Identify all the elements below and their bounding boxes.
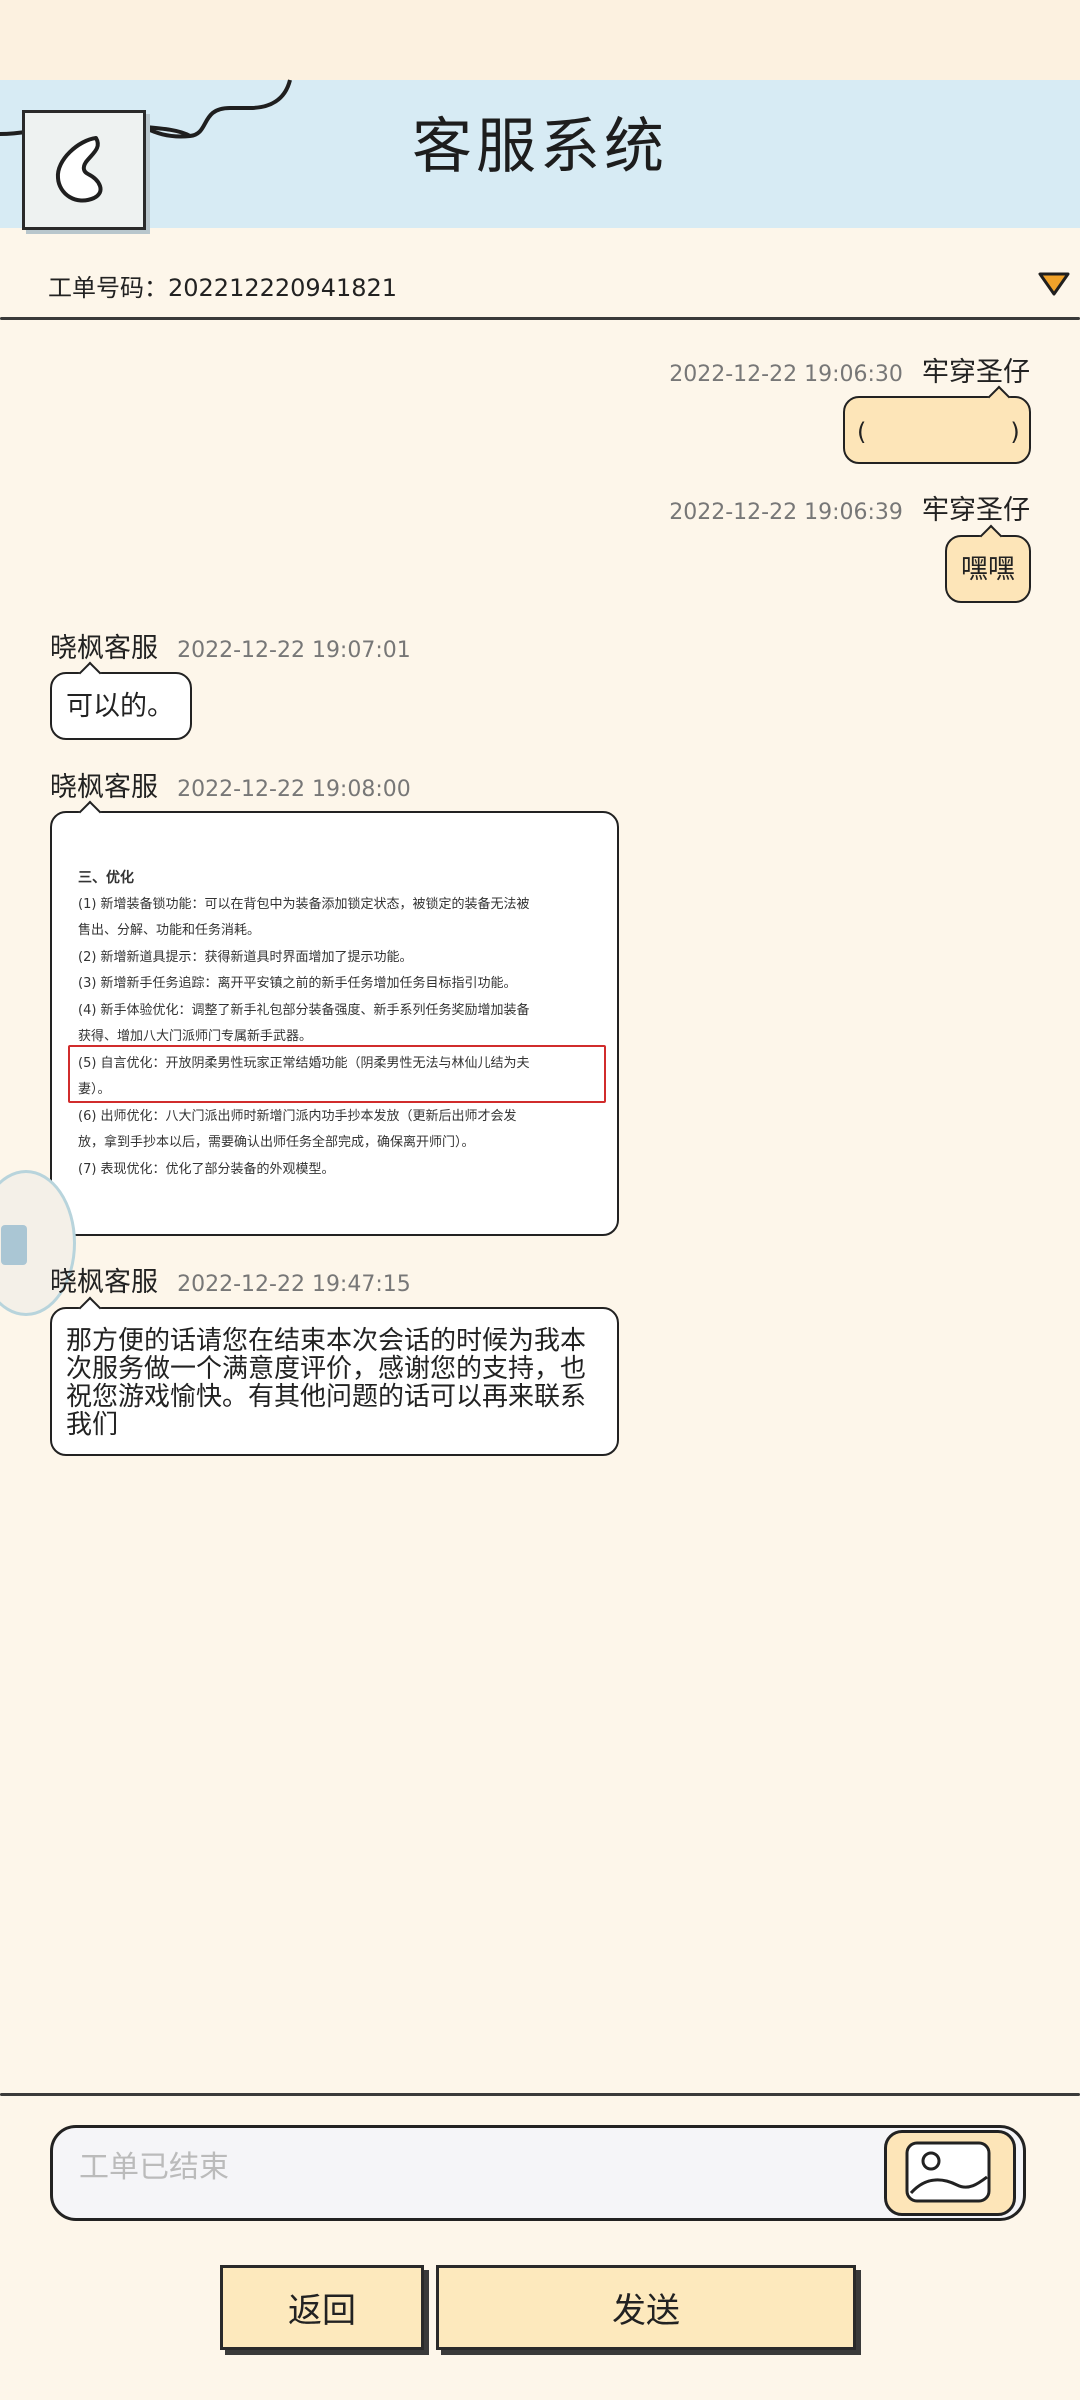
sender-name: 晓枫客服 <box>50 1267 158 1298</box>
message-time: 2022-12-22 19:06:39 <box>669 500 903 525</box>
doc-line: (2) 新增新道具提示：获得新道具时界面增加了提示功能。 <box>78 949 413 965</box>
image-icon <box>905 2141 991 2203</box>
send-button[interactable]: 发送 <box>436 2265 856 2350</box>
doc-line: (1) 新增装备锁功能：可以在背包中为装备添加锁定状态，被锁定的装备无法被 <box>78 896 530 912</box>
chat-bubble-theirs: 那方便的话请您在结束本次会话的时候为我本次服务做一个满意度评价，感谢您的支持，也… <box>50 1296 619 1456</box>
message-meta: 晓枫客服 2022-12-22 19:08:00 <box>50 765 411 804</box>
sender-name: 晓枫客服 <box>50 633 158 664</box>
sender-name: 牢穿圣仔 <box>922 495 1030 526</box>
doc-line: (6) 出师优化：八大门派出师时新增门派内功手抄本发放（更新后出师才会发 <box>78 1108 517 1124</box>
back-arrow-button[interactable] <box>22 110 146 230</box>
sender-name: 牢穿圣仔 <box>922 357 1030 388</box>
doc-line: (3) 新增新手任务追踪：离开平安镇之前的新手任务增加任务目标指引功能。 <box>78 976 517 991</box>
status-area <box>0 0 1080 80</box>
update-notes-image: 三、优化 (1) 新增装备锁功能：可以在背包中为装备添加锁定状态，被锁定的装备无… <box>78 865 588 1183</box>
message-time: 2022-12-22 19:47:15 <box>177 1272 411 1297</box>
message-text: 可以的。 <box>66 691 174 722</box>
image-upload-button[interactable] <box>884 2130 1016 2216</box>
ticket-number: 工单号码：202212220941821 <box>48 268 397 303</box>
message-meta: 晓枫客服 2022-12-22 19:47:15 <box>50 1260 411 1299</box>
doc-heading: 三、优化 <box>78 870 134 886</box>
message-text: 嘿嘿 <box>961 554 1015 585</box>
chat-bubble-mine: 嘿嘿 <box>945 524 1031 603</box>
sender-name: 晓枫客服 <box>50 772 158 803</box>
ticket-divider <box>0 317 1080 320</box>
message-input[interactable]: 工单已结束 <box>50 2125 1026 2221</box>
highlight-box <box>68 1045 606 1103</box>
message-time: 2022-12-22 19:06:30 <box>669 362 903 387</box>
chat-bubble-image[interactable]: 三、优化 (1) 新增装备锁功能：可以在背包中为装备添加锁定状态，被锁定的装备无… <box>50 800 619 1236</box>
dropdown-triangle-icon[interactable] <box>1038 271 1070 297</box>
message-meta: 2022-12-22 19:06:30 牢穿圣仔 <box>669 350 1030 389</box>
message-meta: 晓枫客服 2022-12-22 19:07:01 <box>50 626 411 665</box>
message-meta: 2022-12-22 19:06:39 牢穿圣仔 <box>669 488 1030 527</box>
doc-line: (7) 表现优化：优化了部分装备的外观模型。 <box>78 1161 335 1177</box>
input-divider <box>0 2093 1080 2096</box>
doc-line: 放，拿到手抄本以后，需要确认出师任务全部完成，确保离开师门）。 <box>78 1135 475 1150</box>
input-placeholder: 工单已结束 <box>79 2150 229 2185</box>
ticket-value: 202212220941821 <box>168 274 398 302</box>
chat-bubble-mine: ( ) <box>843 385 1031 464</box>
message-text: ( ) <box>857 418 1020 446</box>
chat-bubble-theirs: 可以的。 <box>50 661 192 740</box>
doc-line: 售出、分解、功能和任务消耗。 <box>78 923 261 938</box>
back-arrow-icon <box>55 136 103 203</box>
message-text: 那方便的话请您在结束本次会话的时候为我本次服务做一个满意度评价，感谢您的支持，也… <box>66 1326 587 1440</box>
ticket-label: 工单号码： <box>48 274 168 302</box>
message-time: 2022-12-22 19:07:01 <box>177 638 411 663</box>
assistant-icon <box>1 1225 27 1265</box>
return-button[interactable]: 返回 <box>220 2265 424 2350</box>
doc-line: (4) 新手体验优化：调整了新手礼包部分装备强度、新手系列任务奖励增加装备 <box>78 1002 530 1018</box>
message-time: 2022-12-22 19:08:00 <box>177 777 411 802</box>
